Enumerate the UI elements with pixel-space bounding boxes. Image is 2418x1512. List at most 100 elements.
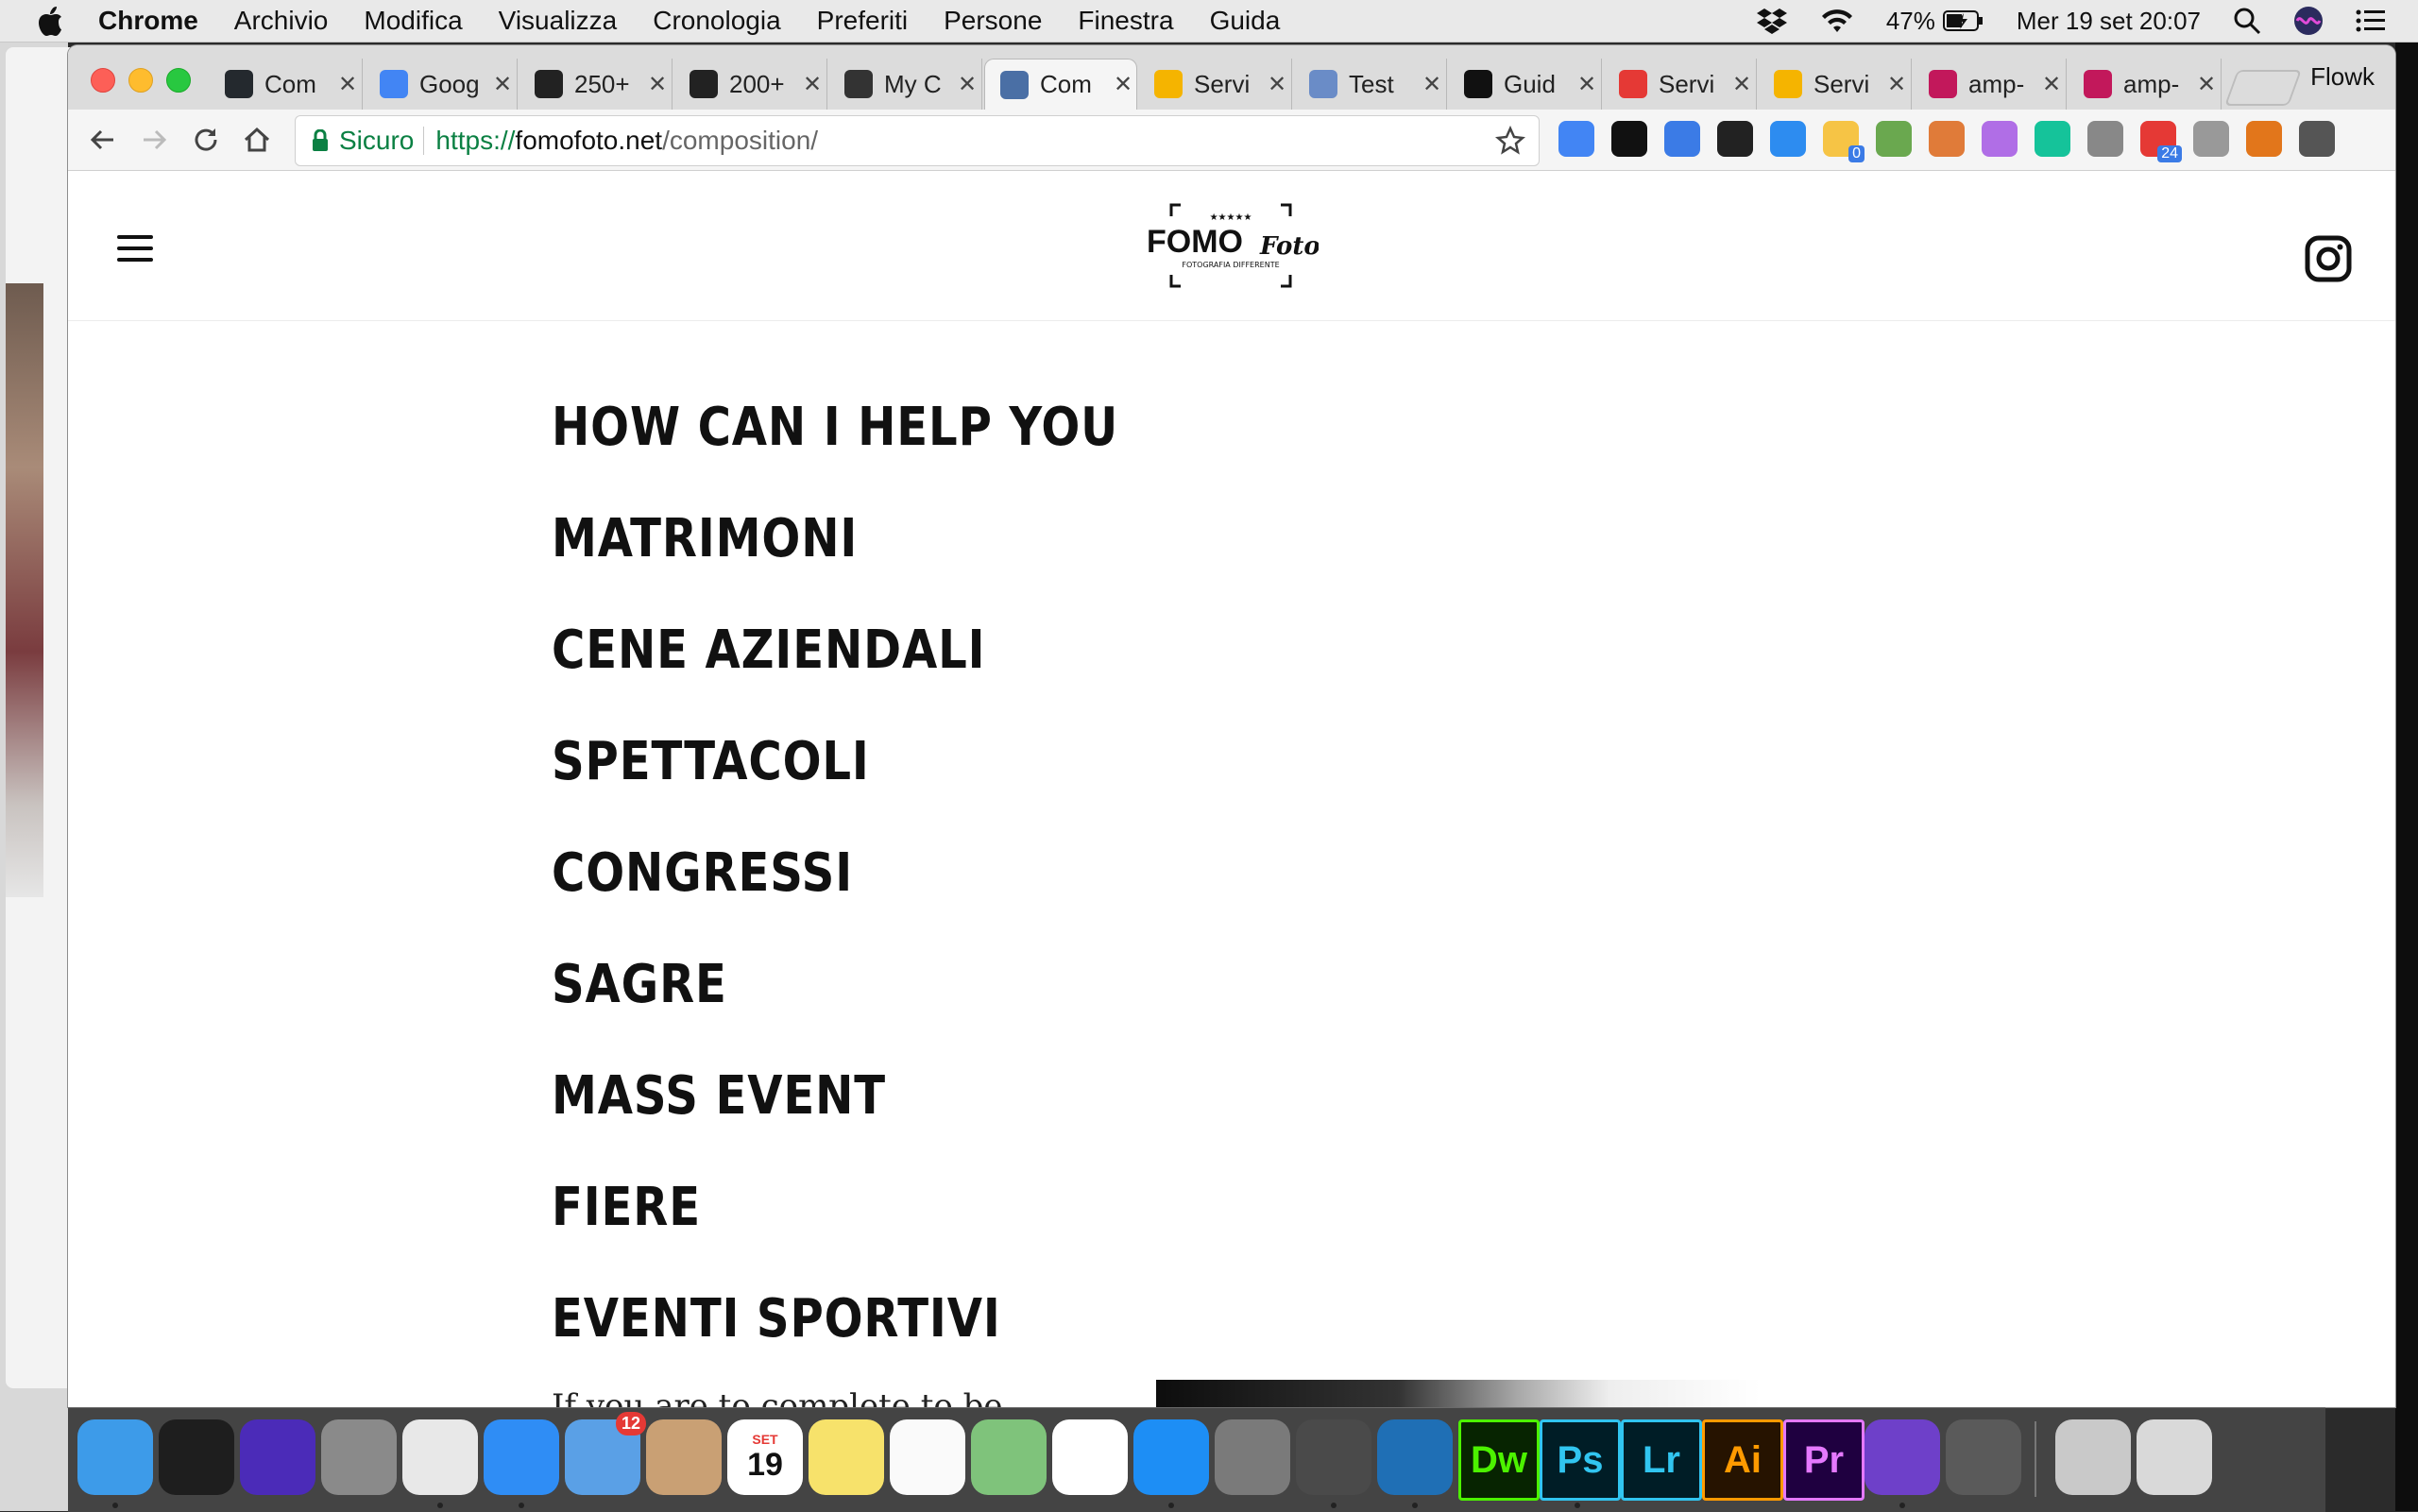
calendar-icon[interactable]: SET 19 [727,1419,803,1495]
close-tab-icon[interactable]: ✕ [1887,71,1906,98]
home-button[interactable] [240,123,274,157]
service-sagre[interactable]: SAGRE [552,947,1118,1059]
trash-icon[interactable] [2137,1419,2212,1495]
photoshop-icon[interactable]: Ps [1540,1419,1621,1501]
menu-cronologia[interactable]: Cronologia [653,6,780,36]
service-eventi-sportivi[interactable]: EVENTI SPORTIVI [552,1282,1118,1393]
close-tab-icon[interactable]: ✕ [803,71,822,98]
folder-icon[interactable]: 0 [1823,121,1865,162]
service-cene-aziendali[interactable]: CENE AZIENDALI [552,613,1118,724]
service-mass-event[interactable]: MASS EVENT [552,1059,1118,1170]
illustrator-icon[interactable]: Ai [1702,1419,1783,1501]
stripes-icon[interactable] [1717,121,1753,157]
browser-tab[interactable]: My C ✕ [829,59,982,110]
close-tab-icon[interactable]: ✕ [1577,71,1596,98]
download-icon[interactable] [1770,121,1806,157]
spotlight-search-icon[interactable] [2233,7,2261,35]
instagram-icon[interactable] [2305,235,2352,282]
wifi-icon[interactable] [1820,8,1854,34]
close-tab-icon[interactable]: ✕ [1422,71,1441,98]
close-tab-icon[interactable]: ✕ [2042,71,2061,98]
menu-modifica[interactable]: Modifica [364,6,462,36]
site-logo[interactable]: ★★★★★ FOMO Foto FOTOGRAFIA DIFFERENTE [1143,201,1320,290]
close-tab-icon[interactable]: ✕ [648,71,667,98]
pen-icon[interactable] [2299,121,2335,157]
minimize-window-button[interactable] [128,68,153,93]
menu-app-name[interactable]: Chrome [98,6,198,36]
browser-tab[interactable]: Com ✕ [210,59,363,110]
browser-tab[interactable]: Guid ✕ [1449,59,1602,110]
close-tab-icon[interactable]: ✕ [493,71,512,98]
browser-tab[interactable]: amp- ✕ [1914,59,2067,110]
close-tab-icon[interactable]: ✕ [2197,71,2216,98]
hamburger-menu-icon[interactable] [117,235,153,262]
maps-icon[interactable] [971,1419,1047,1495]
terminal-icon[interactable] [159,1419,234,1495]
notification-center-icon[interactable] [2356,8,2386,33]
lock-icon[interactable] [311,129,330,152]
dreamweaver-icon[interactable]: Dw [1458,1419,1540,1501]
chart-icon[interactable] [1664,121,1700,157]
menu-visualizza[interactable]: Visualizza [499,6,618,36]
photo-booth-icon[interactable] [1946,1419,2021,1495]
fox-icon[interactable] [2246,121,2282,157]
zoom-window-button[interactable] [166,68,191,93]
menu-preferiti[interactable]: Preferiti [817,6,908,36]
github-desktop-icon[interactable] [1865,1419,1940,1495]
photos-icon[interactable] [1052,1419,1128,1495]
menu-finestra[interactable]: Finestra [1078,6,1173,36]
address-bar[interactable]: Sicuro https://fomofoto.net/composition/ [295,115,1540,166]
downloads-stack-icon[interactable] [2055,1419,2131,1495]
close-tab-icon[interactable]: ✕ [958,71,977,98]
new-tab-button[interactable] [2224,70,2302,106]
shape-icon[interactable] [1982,121,2018,157]
service-how-can-i-help[interactable]: HOW CAN I HELP YOU [552,390,1118,501]
close-tab-icon[interactable]: ✕ [1114,71,1132,98]
browser-tab[interactable]: Goog ✕ [365,59,518,110]
grammarly-icon[interactable] [2035,121,2070,157]
launchpad-icon[interactable] [321,1419,397,1495]
bookmark-star-icon[interactable] [1495,126,1525,156]
hook-icon[interactable] [2087,121,2123,157]
secure-label[interactable]: Sicuro [339,126,414,156]
browser-tab[interactable]: Test ✕ [1294,59,1447,110]
lightroom-icon[interactable]: Lr [1621,1419,1702,1501]
mail-icon[interactable]: 12 [565,1412,646,1495]
apple-icon[interactable] [36,5,64,37]
arc-icon[interactable] [1929,121,1965,157]
service-spettacoli[interactable]: SPETTACOLI [552,724,1118,836]
camera-icon[interactable] [2193,121,2229,157]
close-tab-icon[interactable]: ✕ [1268,71,1286,98]
bulb-icon[interactable] [1611,121,1647,157]
menu-archivio[interactable]: Archivio [234,6,329,36]
google-translate-icon[interactable] [1558,121,1594,157]
premiere-icon[interactable]: Pr [1783,1419,1865,1501]
chrome-icon[interactable] [402,1419,478,1495]
siri-icon[interactable] [240,1419,315,1495]
browser-tab[interactable]: amp- ✕ [2069,59,2222,110]
browser-tab[interactable]: 250+ ✕ [519,59,673,110]
service-fiere[interactable]: FIERE [552,1170,1118,1282]
browser-tab[interactable]: 200+ ✕ [674,59,827,110]
close-tab-icon[interactable]: ✕ [338,71,357,98]
safari-icon[interactable] [484,1419,559,1495]
close-tab-icon[interactable]: ✕ [1732,71,1751,98]
vscode-icon[interactable] [1377,1419,1453,1495]
system-preferences-icon[interactable] [1215,1419,1290,1495]
back-button[interactable] [85,123,119,157]
dropbox-icon[interactable] [1756,7,1788,35]
profile-name[interactable]: Flowk [2310,62,2375,92]
app-store-icon[interactable] [1133,1419,1209,1495]
service-congressi[interactable]: CONGRESSI [552,836,1118,947]
sublime-text-icon[interactable] [1296,1419,1371,1495]
service-matrimoni[interactable]: MATRIMONI [552,501,1118,613]
browser-tab[interactable]: Servi ✕ [1604,59,1757,110]
battery-charging-icon[interactable] [1942,9,1984,32]
browser-tab[interactable]: Com ✕ [984,59,1137,110]
background-window[interactable] [6,47,72,1388]
reminders-icon[interactable] [890,1419,965,1495]
browser-tab[interactable]: Servi ✕ [1759,59,1912,110]
menu-guida[interactable]: Guida [1210,6,1281,36]
forward-button[interactable] [138,123,172,157]
contacts-icon[interactable] [646,1419,722,1495]
